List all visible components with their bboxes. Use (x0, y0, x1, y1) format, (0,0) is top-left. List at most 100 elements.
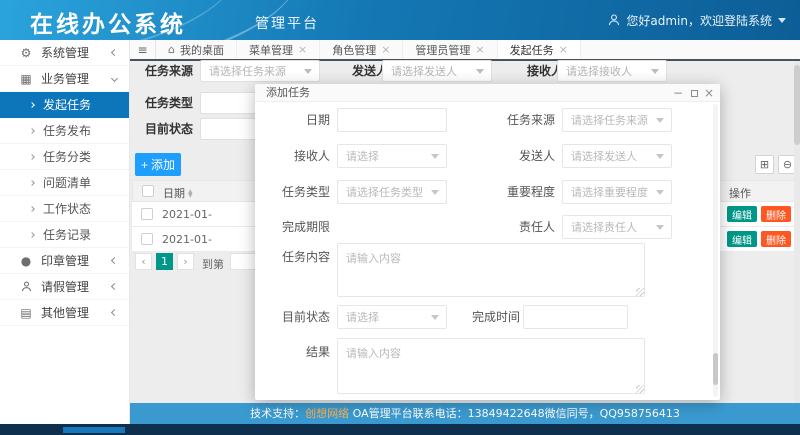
sidebar-group-other[interactable]: ▤ 其他管理 (0, 300, 129, 326)
chevron-down-icon (778, 18, 786, 23)
sidebar-group-label: 系统管理 (41, 44, 89, 61)
result-label: 结果 (260, 340, 330, 364)
dialog-titlebar[interactable]: 添加任务 − × (255, 84, 720, 102)
filter-receiver-select[interactable]: 请选择接收人 (557, 60, 667, 82)
footer-company-link[interactable]: 创想网络 (305, 407, 349, 420)
importance-select[interactable]: 请选择重要程度 (562, 180, 672, 204)
filter-status-label: 目前状态 (145, 118, 193, 140)
add-button[interactable]: + 添加 (135, 153, 181, 176)
sort-icon[interactable]: ▲▼ (188, 190, 193, 198)
sender-select[interactable]: 请选择发送人 (562, 144, 672, 168)
sidebar-group-system[interactable]: ⚙ 系统管理 (0, 40, 129, 66)
plus-icon: + (141, 158, 148, 172)
dialog-scrollbar-thumb[interactable] (713, 353, 718, 385)
tab-bar: ≡ ⌂ 我的桌面 菜单管理 × 角色管理 × 管理员管理 × 发起任务 × (130, 40, 800, 61)
edit-button[interactable]: 编辑 (727, 231, 757, 247)
chevron-down-icon (656, 154, 664, 159)
select-placeholder: 请选择 (346, 309, 379, 325)
finish-time-label: 完成时间 (450, 305, 520, 329)
tab-initiate-task[interactable]: 发起任务 × (498, 40, 581, 59)
sidebar-item-label: 任务分类 (43, 148, 91, 165)
tab-menu-management[interactable]: 菜单管理 × (237, 40, 320, 59)
sidebar: ⚙ 系统管理 ▦ 业务管理 发起任务 任务发布 任务分类 问题清单 工作状态 (0, 40, 130, 424)
maximize-icon[interactable] (688, 87, 700, 99)
user-menu[interactable]: 您好admin，欢迎登陆系统 (608, 0, 786, 40)
filter-sender-select[interactable]: 请选择发送人 (382, 60, 492, 82)
close-icon[interactable]: × (475, 44, 484, 55)
tab-my-desktop[interactable]: ⌂ 我的桌面 (156, 40, 237, 59)
close-icon[interactable]: × (559, 44, 568, 55)
tab-admin-management[interactable]: 管理员管理 × (403, 40, 497, 59)
tabs-menu-icon[interactable]: ≡ (130, 40, 156, 59)
clipboard-icon: ▤ (18, 306, 34, 320)
row-checkbox[interactable] (141, 208, 153, 220)
export-icon[interactable]: ⊞ (755, 155, 774, 174)
sidebar-group-label: 业务管理 (41, 70, 89, 87)
task-type-select[interactable]: 请选择任务类型 (337, 180, 447, 204)
chevron-left-icon (111, 283, 118, 290)
sidebar-group-business[interactable]: ▦ 业务管理 (0, 66, 129, 92)
close-icon[interactable]: × (703, 87, 715, 99)
filter-type-label: 任务类型 (145, 92, 193, 114)
footer-dark-bar (0, 424, 800, 435)
date-input[interactable] (338, 110, 446, 132)
sidebar-group-leave[interactable]: 请假管理 (0, 274, 129, 300)
row-checkbox[interactable] (141, 233, 153, 245)
footer-support-label: 技术支持： (250, 407, 305, 420)
owner-select[interactable]: 请选择责任人 (562, 215, 672, 239)
stamp-icon: ● (18, 254, 34, 268)
minimize-icon[interactable]: − (672, 87, 684, 99)
resize-grip-icon[interactable] (636, 288, 644, 296)
delete-button[interactable]: 删除 (761, 206, 791, 222)
sender-label: 发送人 (485, 144, 555, 168)
finish-time-input[interactable] (524, 307, 627, 329)
user-icon (608, 14, 620, 26)
tab-label: 管理员管理 (415, 42, 470, 58)
current-status-select[interactable]: 请选择 (337, 305, 447, 329)
column-action: 操作 (729, 185, 751, 201)
select-placeholder: 请选择重要程度 (571, 184, 648, 200)
dialog-title: 添加任务 (266, 84, 310, 102)
task-content-textarea[interactable] (337, 243, 645, 297)
sidebar-item-task-publish[interactable]: 任务发布 (0, 118, 129, 144)
select-all-checkbox[interactable] (142, 185, 154, 197)
resize-grip-icon[interactable] (636, 385, 644, 393)
sidebar-item-label: 任务发布 (43, 122, 91, 139)
sidebar-item-label: 问题清单 (43, 174, 91, 191)
page-scrollbar[interactable] (794, 61, 800, 403)
task-source-select[interactable]: 请选择任务来源 (562, 108, 672, 132)
tab-role-management[interactable]: 角色管理 × (320, 40, 403, 59)
close-icon[interactable]: × (381, 44, 390, 55)
sidebar-item-work-status[interactable]: 工作状态 (0, 196, 129, 222)
footer-accent-rect (63, 427, 125, 433)
chevron-down-icon (651, 69, 659, 74)
page-next-button[interactable]: › (177, 253, 194, 270)
page-scrollbar-thumb[interactable] (794, 65, 800, 145)
date-label: 日期 (260, 108, 330, 132)
sidebar-item-task-record[interactable]: 任务记录 (0, 222, 129, 248)
task-source-label: 任务来源 (485, 108, 555, 132)
chevron-down-icon (656, 190, 664, 195)
delete-button[interactable]: 删除 (761, 231, 791, 247)
filter-source-select[interactable]: 请选择任务来源 (200, 60, 320, 82)
sidebar-item-issue-list[interactable]: 问题清单 (0, 170, 129, 196)
select-placeholder: 请选择发送人 (391, 63, 457, 79)
app-window: 在线办公系统 管理平台 您好admin，欢迎登陆系统 ⚙ 系统管理 ▦ 业务管理… (0, 0, 800, 435)
modules-icon: ▦ (18, 72, 34, 86)
result-textarea[interactable] (337, 338, 645, 394)
page-number[interactable]: 1 (156, 253, 173, 270)
page-prev-button[interactable]: ‹ (135, 253, 152, 270)
sidebar-item-initiate-task[interactable]: 发起任务 (0, 92, 129, 118)
edit-button[interactable]: 编辑 (727, 206, 757, 222)
chevron-right-icon (29, 232, 35, 238)
chevron-right-icon (29, 102, 35, 108)
cell-date: 2021-01- (162, 233, 212, 246)
receiver-select[interactable]: 请选择 (337, 144, 447, 168)
sidebar-item-task-category[interactable]: 任务分类 (0, 144, 129, 170)
dialog-scrollbar[interactable] (713, 104, 718, 397)
deadline-label: 完成期限 (260, 215, 330, 239)
sidebar-group-seal[interactable]: ● 印章管理 (0, 248, 129, 274)
filter-source-label: 任务来源 (145, 60, 193, 82)
tab-label: 发起任务 (510, 42, 554, 58)
close-icon[interactable]: × (298, 44, 307, 55)
